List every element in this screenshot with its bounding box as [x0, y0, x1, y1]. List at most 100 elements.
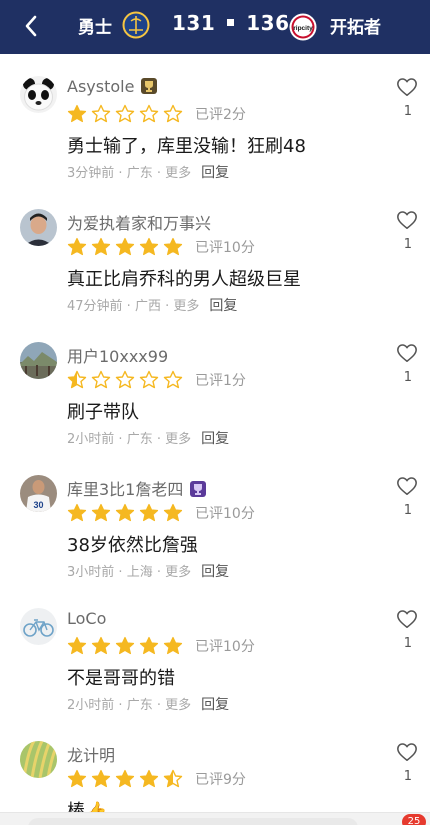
comment-text[interactable]: 38岁依然比詹强	[67, 531, 198, 557]
score-separator	[227, 19, 235, 26]
comment-text[interactable]: 刷子带队	[67, 398, 139, 424]
user-avatar-plant[interactable]	[20, 741, 57, 778]
comment-item: 30 库里3比1詹老四 已评10分 38岁依然比詹强 3小时前 · 上海 · 更…	[0, 453, 430, 586]
star-full-icon	[67, 769, 87, 788]
star-rating: 已评10分	[67, 503, 255, 523]
away-score: 136	[246, 11, 290, 35]
star-full-icon	[67, 503, 87, 522]
svg-text:30: 30	[33, 500, 43, 510]
warriors-logo-icon	[122, 11, 150, 39]
comment-text[interactable]: 勇士输了，库里没输！狂刷48	[67, 132, 306, 158]
home-score: 131	[172, 11, 216, 35]
star-full-icon	[67, 104, 87, 123]
rating-text: 已评10分	[195, 240, 255, 256]
star-rating: 已评9分	[67, 769, 246, 789]
star-empty-icon	[115, 104, 135, 123]
star-full-icon	[163, 636, 183, 655]
star-empty-icon	[139, 104, 159, 123]
more-link[interactable]: 更多	[165, 166, 191, 181]
star-empty-icon	[139, 370, 159, 389]
star-rating: 已评10分	[67, 237, 255, 257]
heart-icon[interactable]	[396, 209, 418, 231]
more-link[interactable]: 更多	[165, 432, 191, 447]
comment-item: LoCo 已评10分 不是哥哥的错 2小时前 · 广东 · 更多 回复 1	[0, 586, 430, 719]
comment-region: 广东	[126, 698, 153, 713]
comment-time: 2小时前	[67, 432, 115, 447]
star-full-icon	[163, 237, 183, 256]
comment-input[interactable]	[28, 818, 358, 825]
home-team-name[interactable]: 勇士	[78, 13, 112, 38]
username-text[interactable]: Asystole	[67, 77, 134, 96]
comment-item: 为爱执着家和万事兴 已评10分 真正比肩乔科的男人超级巨星 47分钟前 · 广西…	[0, 187, 430, 320]
like-count: 1	[403, 104, 412, 119]
blazers-logo-text: ripcity	[293, 25, 313, 32]
star-half-icon	[67, 370, 87, 389]
heart-icon[interactable]	[396, 608, 418, 630]
username[interactable]: 龙计明	[67, 742, 115, 766]
comment-time: 3小时前	[67, 565, 115, 580]
username[interactable]: 库里3比1詹老四	[67, 476, 207, 500]
comment-item: Asystole 已评2分 勇士输了，库里没输！狂刷48 3分钟前 · 广东 ·…	[0, 54, 430, 187]
star-empty-icon	[163, 104, 183, 123]
username[interactable]: 为爱执着家和万事兴	[67, 210, 211, 234]
username-text[interactable]: 库里3比1詹老四	[67, 480, 183, 499]
username[interactable]: LoCo	[67, 609, 106, 628]
like-count: 1	[403, 769, 412, 784]
more-link[interactable]: 更多	[165, 565, 191, 580]
away-team-name[interactable]: 开拓者	[330, 13, 381, 38]
gold-trophy-badge-icon	[141, 78, 158, 94]
reply-button[interactable]: 回复	[201, 431, 229, 447]
comment-region: 广东	[126, 166, 153, 181]
more-link[interactable]: 更多	[165, 698, 191, 713]
comment-meta: 2小时前 · 广东 · 更多 回复	[67, 697, 230, 713]
star-full-icon	[115, 636, 135, 655]
star-empty-icon	[163, 370, 183, 389]
comment-text[interactable]: 真正比肩乔科的男人超级巨星	[67, 265, 301, 291]
star-full-icon	[91, 237, 111, 256]
comment-meta: 2小时前 · 广东 · 更多 回复	[67, 431, 230, 447]
rating-text: 已评10分	[195, 639, 255, 655]
star-full-icon	[67, 237, 87, 256]
heart-icon[interactable]	[396, 342, 418, 364]
star-empty-icon	[115, 370, 135, 389]
user-avatar-landscape[interactable]	[20, 342, 57, 379]
star-rating: 已评10分	[67, 636, 255, 656]
user-avatar-portrait[interactable]	[20, 209, 57, 246]
comment-region: 上海	[126, 565, 153, 580]
user-avatar-bicycle[interactable]	[20, 608, 57, 645]
comment-text[interactable]: 不是哥哥的错	[67, 664, 175, 690]
comment-item: 龙计明 已评9分 棒👍 1	[0, 719, 430, 825]
comment-region: 广东	[126, 432, 153, 447]
comment-input-bar	[0, 812, 430, 825]
star-full-icon	[91, 503, 111, 522]
top-bar: 勇士 131 136 ripcity 开拓者	[0, 0, 430, 54]
username[interactable]: 用户10xxx99	[67, 343, 168, 367]
heart-icon[interactable]	[396, 475, 418, 497]
heart-icon[interactable]	[396, 76, 418, 98]
like-count: 1	[403, 636, 412, 651]
reply-button[interactable]: 回复	[209, 298, 237, 314]
user-avatar-player[interactable]: 30	[20, 475, 57, 512]
like-count: 1	[403, 503, 412, 518]
star-rating: 已评2分	[67, 104, 246, 124]
star-full-icon	[163, 503, 183, 522]
user-avatar-panda[interactable]	[20, 76, 57, 113]
star-full-icon	[139, 636, 159, 655]
reply-button[interactable]: 回复	[201, 564, 229, 580]
star-half-icon	[163, 769, 183, 788]
like-count: 1	[403, 237, 412, 252]
username[interactable]: Asystole	[67, 77, 158, 96]
rating-text: 已评2分	[195, 107, 246, 123]
more-link[interactable]: 更多	[173, 299, 199, 314]
star-full-icon	[139, 237, 159, 256]
comment-list: Asystole 已评2分 勇士输了，库里没输！狂刷48 3分钟前 · 广东 ·…	[0, 54, 430, 825]
reply-button[interactable]: 回复	[201, 165, 229, 181]
rating-text: 已评10分	[195, 506, 255, 522]
star-full-icon	[91, 636, 111, 655]
back-arrow-icon[interactable]	[18, 12, 46, 40]
comment-count-badge[interactable]: 25	[402, 814, 426, 825]
comment-item: 用户10xxx99 已评1分 刷子带队 2小时前 · 广东 · 更多 回复 1	[0, 320, 430, 453]
heart-icon[interactable]	[396, 741, 418, 763]
reply-button[interactable]: 回复	[201, 697, 229, 713]
rating-text: 已评1分	[195, 373, 246, 389]
